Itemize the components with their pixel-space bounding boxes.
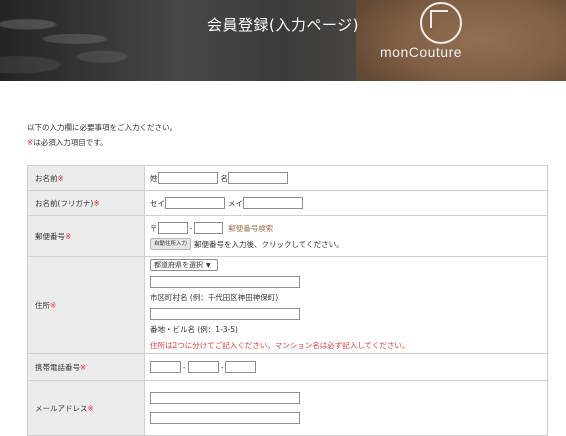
field-email [144, 380, 548, 436]
tel-separator-2: - [220, 362, 224, 372]
zip-part1-input[interactable] [157, 222, 188, 234]
address-note: 住所は2つに分けてご記入ください。マンション名は必ず記入してください。 [150, 341, 410, 350]
zip-separator: - [189, 223, 193, 233]
tel-separator-1: - [183, 362, 186, 372]
field-tel: - - [144, 353, 548, 381]
first-kana-input[interactable] [243, 197, 303, 209]
label-name: お名前※ [27, 165, 145, 191]
chevron-down-icon: ▼ [206, 261, 211, 269]
form-row-kana: お名前(フリガナ)※ セイ メイ [27, 190, 548, 216]
field-zip: 〒 - 郵便番号検索 自動住所入力 郵便番号を入力後、クリックしてください。 [144, 215, 548, 257]
zip-hint: 郵便番号を入力後、クリックしてください。 [194, 239, 344, 249]
zip-prefix: 〒 [150, 223, 158, 233]
page-title: 会員登録(入力ページ) [207, 16, 359, 34]
form-row-name: お名前※ 姓 名 [27, 165, 548, 191]
form-row-tel: 携帯電話番号※ - - [27, 353, 548, 381]
first-kana-label: メイ [228, 198, 243, 208]
city-label: 市区町村名 (例：千代田区神田神保町) [150, 293, 279, 302]
last-kana-input[interactable] [165, 197, 225, 209]
street-input[interactable] [150, 308, 300, 320]
banner-overlay [0, 0, 566, 81]
tel-part1-input[interactable] [150, 361, 181, 373]
label-zip: 郵便番号※ [27, 215, 145, 257]
brand-logo-mark [420, 2, 462, 44]
auto-address-button[interactable]: 自動住所入力 [150, 238, 192, 250]
label-tel: 携帯電話番号※ [27, 353, 145, 381]
last-name-input[interactable] [157, 172, 218, 184]
field-name: 姓 名 [144, 165, 548, 191]
tel-part3-input[interactable] [225, 361, 257, 373]
zip-part2-input[interactable] [194, 222, 224, 234]
first-name-input[interactable] [228, 172, 288, 184]
tel-part2-input[interactable] [187, 361, 219, 373]
field-address: 都道府県を選択 ▼ 市区町村名 (例：千代田区神田神保町) 番地・ビル名 (例：… [144, 256, 548, 354]
first-name-label: 名 [220, 173, 229, 183]
email-confirm-input[interactable] [150, 412, 300, 424]
street-label: 番地・ビル名 (例：1-3-5) [150, 325, 238, 334]
prefecture-select[interactable]: 都道府県を選択 ▼ [150, 259, 218, 271]
intro-line-2: ※は必須入力項目です。 [27, 135, 177, 150]
zip-lookup-link[interactable]: 郵便番号検索 [228, 223, 273, 234]
intro-line-2-text: は必須入力項目です。 [33, 138, 108, 147]
field-kana: セイ メイ [144, 190, 548, 216]
label-address: 住所※ [27, 256, 145, 354]
form-row-zip: 郵便番号※ 〒 - 郵便番号検索 自動住所入力 郵便番号を入力後、クリックしてく… [27, 215, 548, 257]
registration-form: お名前※ 姓 名 お名前(フリガナ)※ セイ メイ 郵便番号※ 〒 - 郵便番号… [27, 165, 548, 436]
last-name-label: 姓 [150, 173, 158, 183]
header-banner: 会員登録(入力ページ) monCouture [0, 0, 566, 81]
prefecture-selected: 都道府県を選択 [154, 261, 203, 269]
label-kana: お名前(フリガナ)※ [27, 190, 145, 216]
last-kana-label: セイ [150, 198, 165, 208]
label-email: メールアドレス※ [27, 380, 145, 436]
brand-logo-text: monCouture [380, 44, 463, 60]
form-row-email: メールアドレス※ [27, 380, 548, 436]
email-input[interactable] [150, 392, 300, 404]
form-row-address: 住所※ 都道府県を選択 ▼ 市区町村名 (例：千代田区神田神保町) 番地・ビル名… [27, 256, 548, 354]
intro-line-1: 以下の入力欄に必要事項をご入力ください。 [27, 123, 177, 132]
city-input[interactable] [150, 276, 300, 288]
intro-text: 以下の入力欄に必要事項をご入力ください。 ※は必須入力項目です。 [27, 120, 177, 150]
